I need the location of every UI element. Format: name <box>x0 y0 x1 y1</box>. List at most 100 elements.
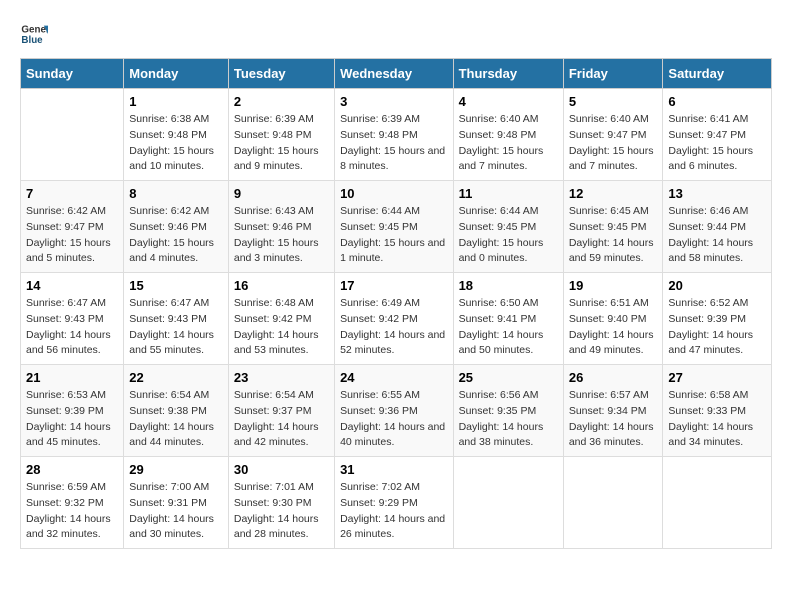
day-number: 4 <box>459 94 558 109</box>
day-info: Sunrise: 6:45 AMSunset: 9:45 PMDaylight:… <box>569 204 658 267</box>
page-header: General Blue <box>20 20 772 48</box>
day-number: 1 <box>129 94 223 109</box>
day-number: 25 <box>459 370 558 385</box>
day-number: 17 <box>340 278 447 293</box>
day-number: 19 <box>569 278 658 293</box>
day-number: 15 <box>129 278 223 293</box>
calendar-cell: 1Sunrise: 6:38 AMSunset: 9:48 PMDaylight… <box>124 89 229 181</box>
calendar-cell: 19 Sunrise: 6:51 AMSunset: 9:40 PMDayligh… <box>563 273 663 365</box>
day-info: Sunrise: 6:52 AMSunset: 9:39 PMDaylight:… <box>668 296 766 359</box>
day-number: 13 <box>668 186 766 201</box>
day-number: 27 <box>668 370 766 385</box>
calendar-cell: 5Sunrise: 6:40 AMSunset: 9:47 PMDaylight… <box>563 89 663 181</box>
day-info: Sunrise: 6:40 AMSunset: 9:48 PMDaylight:… <box>459 112 558 175</box>
day-number: 3 <box>340 94 447 109</box>
day-info: Sunrise: 6:54 AMSunset: 9:38 PMDaylight:… <box>129 388 223 451</box>
day-number: 9 <box>234 186 329 201</box>
calendar-cell: 3 Sunrise: 6:39 AMSunset: 9:48 PMDaylight… <box>335 89 453 181</box>
day-number: 7 <box>26 186 118 201</box>
day-info: Sunrise: 6:56 AMSunset: 9:35 PMDaylight:… <box>459 388 558 451</box>
day-info: Sunrise: 6:47 AMSunset: 9:43 PMDaylight:… <box>129 296 223 359</box>
calendar-cell: 4 Sunrise: 6:40 AMSunset: 9:48 PMDaylight… <box>453 89 563 181</box>
weekday-header: Thursday <box>453 59 563 89</box>
day-number: 14 <box>26 278 118 293</box>
day-number: 23 <box>234 370 329 385</box>
calendar-cell: 26Sunrise: 6:57 AMSunset: 9:34 PMDayligh… <box>563 365 663 457</box>
calendar-cell: 28 Sunrise: 6:59 AMSunset: 9:32 PMDayligh… <box>21 457 124 549</box>
logo: General Blue <box>20 20 48 48</box>
calendar-cell <box>21 89 124 181</box>
calendar-cell: 14 Sunrise: 6:47 AMSunset: 9:43 PMDayligh… <box>21 273 124 365</box>
calendar-table: SundayMondayTuesdayWednesdayThursdayFrid… <box>20 58 772 549</box>
weekday-header-row: SundayMondayTuesdayWednesdayThursdayFrid… <box>21 59 772 89</box>
calendar-cell: 24 Sunrise: 6:55 AMSunset: 9:36 PMDayligh… <box>335 365 453 457</box>
weekday-header: Wednesday <box>335 59 453 89</box>
day-number: 10 <box>340 186 447 201</box>
day-number: 24 <box>340 370 447 385</box>
weekday-header: Saturday <box>663 59 772 89</box>
day-number: 2 <box>234 94 329 109</box>
logo-icon: General Blue <box>20 20 48 48</box>
day-info: Sunrise: 6:58 AMSunset: 9:33 PMDaylight:… <box>668 388 766 451</box>
calendar-cell: 8 Sunrise: 6:42 AMSunset: 9:46 PMDaylight… <box>124 181 229 273</box>
day-info: Sunrise: 6:49 AMSunset: 9:42 PMDaylight:… <box>340 296 447 359</box>
day-info: Sunrise: 6:44 AMSunset: 9:45 PMDaylight:… <box>340 204 447 267</box>
calendar-cell <box>563 457 663 549</box>
calendar-cell <box>453 457 563 549</box>
day-info: Sunrise: 7:02 AMSunset: 9:29 PMDaylight:… <box>340 480 447 543</box>
calendar-cell: 29 Sunrise: 7:00 AMSunset: 9:31 PMDayligh… <box>124 457 229 549</box>
day-info: Sunrise: 6:39 AMSunset: 9:48 PMDaylight:… <box>340 112 447 175</box>
calendar-week-row: 1Sunrise: 6:38 AMSunset: 9:48 PMDaylight… <box>21 89 772 181</box>
calendar-cell: 22 Sunrise: 6:54 AMSunset: 9:38 PMDayligh… <box>124 365 229 457</box>
day-info: Sunrise: 6:54 AMSunset: 9:37 PMDaylight:… <box>234 388 329 451</box>
day-info: Sunrise: 6:46 AMSunset: 9:44 PMDaylight:… <box>668 204 766 267</box>
calendar-cell: 6 Sunrise: 6:41 AMSunset: 9:47 PMDaylight… <box>663 89 772 181</box>
calendar-cell: 17 Sunrise: 6:49 AMSunset: 9:42 PMDayligh… <box>335 273 453 365</box>
day-info: Sunrise: 6:47 AMSunset: 9:43 PMDaylight:… <box>26 296 118 359</box>
weekday-header: Sunday <box>21 59 124 89</box>
calendar-cell: 20 Sunrise: 6:52 AMSunset: 9:39 PMDayligh… <box>663 273 772 365</box>
day-info: Sunrise: 6:59 AMSunset: 9:32 PMDaylight:… <box>26 480 118 543</box>
day-number: 8 <box>129 186 223 201</box>
day-info: Sunrise: 6:42 AMSunset: 9:47 PMDaylight:… <box>26 204 118 267</box>
day-number: 16 <box>234 278 329 293</box>
day-info: Sunrise: 6:42 AMSunset: 9:46 PMDaylight:… <box>129 204 223 267</box>
svg-text:General: General <box>21 25 48 36</box>
weekday-header: Monday <box>124 59 229 89</box>
calendar-cell: 18Sunrise: 6:50 AMSunset: 9:41 PMDayligh… <box>453 273 563 365</box>
day-info: Sunrise: 6:40 AMSunset: 9:47 PMDaylight:… <box>569 112 658 175</box>
calendar-cell: 30Sunrise: 7:01 AMSunset: 9:30 PMDayligh… <box>228 457 334 549</box>
day-number: 22 <box>129 370 223 385</box>
day-number: 28 <box>26 462 118 477</box>
day-info: Sunrise: 6:50 AMSunset: 9:41 PMDaylight:… <box>459 296 558 359</box>
day-info: Sunrise: 6:53 AMSunset: 9:39 PMDaylight:… <box>26 388 118 451</box>
calendar-cell: 27 Sunrise: 6:58 AMSunset: 9:33 PMDayligh… <box>663 365 772 457</box>
day-number: 26 <box>569 370 658 385</box>
calendar-cell: 13 Sunrise: 6:46 AMSunset: 9:44 PMDayligh… <box>663 181 772 273</box>
day-number: 29 <box>129 462 223 477</box>
day-number: 31 <box>340 462 447 477</box>
day-info: Sunrise: 6:41 AMSunset: 9:47 PMDaylight:… <box>668 112 766 175</box>
day-number: 21 <box>26 370 118 385</box>
calendar-cell: 23 Sunrise: 6:54 AMSunset: 9:37 PMDayligh… <box>228 365 334 457</box>
day-info: Sunrise: 6:51 AMSunset: 9:40 PMDaylight:… <box>569 296 658 359</box>
calendar-cell: 15 Sunrise: 6:47 AMSunset: 9:43 PMDayligh… <box>124 273 229 365</box>
day-number: 6 <box>668 94 766 109</box>
day-number: 12 <box>569 186 658 201</box>
calendar-week-row: 14 Sunrise: 6:47 AMSunset: 9:43 PMDayligh… <box>21 273 772 365</box>
day-info: Sunrise: 6:43 AMSunset: 9:46 PMDaylight:… <box>234 204 329 267</box>
svg-text:Blue: Blue <box>21 35 43 46</box>
calendar-cell: 12 Sunrise: 6:45 AMSunset: 9:45 PMDayligh… <box>563 181 663 273</box>
calendar-cell: 16 Sunrise: 6:48 AMSunset: 9:42 PMDayligh… <box>228 273 334 365</box>
day-info: Sunrise: 7:00 AMSunset: 9:31 PMDaylight:… <box>129 480 223 543</box>
day-number: 20 <box>668 278 766 293</box>
day-info: Sunrise: 6:48 AMSunset: 9:42 PMDaylight:… <box>234 296 329 359</box>
day-info: Sunrise: 7:01 AMSunset: 9:30 PMDaylight:… <box>234 480 329 543</box>
calendar-cell: 31 Sunrise: 7:02 AMSunset: 9:29 PMDayligh… <box>335 457 453 549</box>
calendar-cell: 7 Sunrise: 6:42 AMSunset: 9:47 PMDaylight… <box>21 181 124 273</box>
day-info: Sunrise: 6:55 AMSunset: 9:36 PMDaylight:… <box>340 388 447 451</box>
weekday-header: Friday <box>563 59 663 89</box>
weekday-header: Tuesday <box>228 59 334 89</box>
calendar-cell <box>663 457 772 549</box>
calendar-cell: 9 Sunrise: 6:43 AMSunset: 9:46 PMDaylight… <box>228 181 334 273</box>
